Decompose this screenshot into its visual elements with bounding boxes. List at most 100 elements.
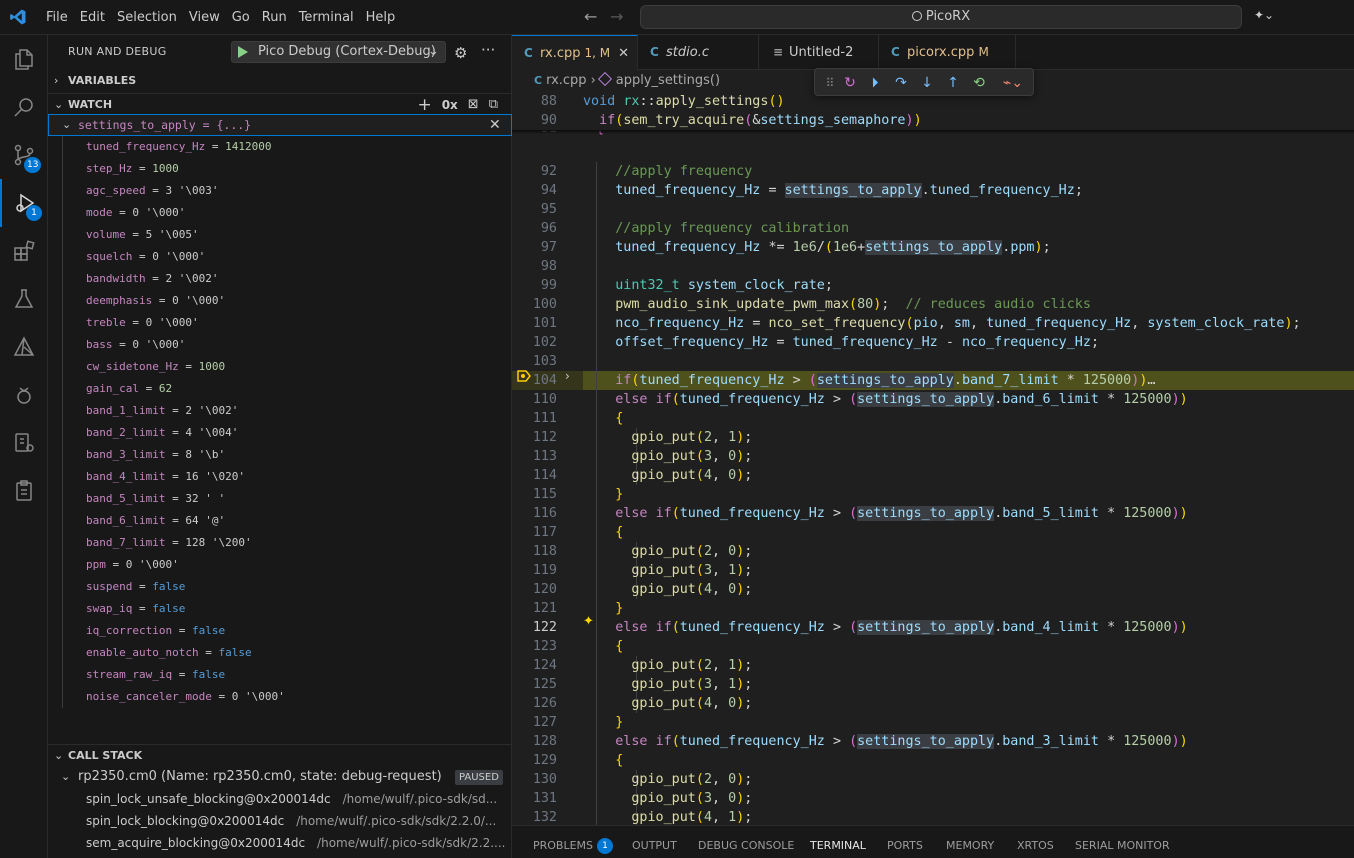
tab-xrtos[interactable]: XRTOS [1017, 826, 1054, 858]
watch-item[interactable]: band_1_limit = 2 '\002' [48, 400, 512, 422]
breakpoint-paused-icon[interactable] [517, 370, 531, 382]
code-line[interactable]: 131 gpio_put(3, 0); [512, 789, 1354, 808]
reset-device-icon[interactable]: ⟲ [968, 72, 990, 94]
code-line[interactable]: 104 if(tuned_frequency_Hz > (settings_to… [512, 371, 1354, 390]
continue-icon[interactable]: ⏵ [864, 72, 886, 94]
tab-rx-cpp[interactable]: Crx.cpp 1, M ✕ [512, 35, 638, 70]
watch-item[interactable]: mode = 0 '\000' [48, 202, 512, 224]
menu-edit[interactable]: Edit [74, 0, 111, 35]
restart-icon[interactable]: ↻ [839, 72, 861, 94]
chevron-right-icon[interactable]: › [565, 369, 570, 383]
run-debug-icon[interactable]: 1 [0, 179, 48, 227]
tab-ports[interactable]: PORTS [887, 826, 923, 858]
code-line[interactable]: 114 gpio_put(4, 0); [512, 466, 1354, 485]
code-line[interactable]: 92 //apply frequency [512, 162, 1354, 181]
code-line[interactable]: 125 gpio_put(3, 1); [512, 675, 1354, 694]
watch-item[interactable]: enable_auto_notch = false [48, 642, 512, 664]
disconnect-icon[interactable]: ⌁⌄ [995, 72, 1031, 94]
tab-output[interactable]: OUTPUT [632, 826, 677, 858]
call-stack-thread[interactable]: ⌄ rp2350.cm0 (Name: rp2350.cm0, state: d… [48, 766, 512, 788]
search-activity-icon[interactable] [0, 83, 48, 131]
code-line[interactable]: 116 else if(tuned_frequency_Hz > (settin… [512, 504, 1354, 523]
watch-item[interactable]: band_6_limit = 64 '@' [48, 510, 512, 532]
close-icon[interactable]: ✕ [618, 46, 629, 61]
watch-item[interactable]: band_3_limit = 8 '\b' [48, 444, 512, 466]
add-expression-icon[interactable]: + [417, 94, 431, 116]
tab-stdio-c[interactable]: Cstdio.c [638, 35, 759, 70]
drag-handle-icon[interactable]: ⠿ [819, 72, 841, 94]
call-stack-section-header[interactable]: ⌄ CALL STACK [48, 744, 512, 766]
watch-item[interactable]: bass = 0 '\000' [48, 334, 512, 356]
code-line[interactable]: 101 nco_frequency_Hz = nco_set_frequency… [512, 314, 1354, 333]
code-line[interactable]: 99 uint32_t system_clock_rate; [512, 276, 1354, 295]
code-line[interactable]: 112 gpio_put(2, 1); [512, 428, 1354, 447]
code-line[interactable]: 127 } [512, 713, 1354, 732]
code-line[interactable]: 130 gpio_put(2, 0); [512, 770, 1354, 789]
code-line[interactable]: 100 pwm_audio_sink_update_pwm_max(80); /… [512, 295, 1354, 314]
code-line[interactable]: 115 } [512, 485, 1354, 504]
code-line[interactable]: 118 gpio_put(2, 0); [512, 542, 1354, 561]
menu-file[interactable]: File [40, 0, 74, 35]
debug-config-dropdown[interactable]: Pico Debug (Cortex-Debug) ⌄ [231, 41, 446, 63]
code-line[interactable]: 102 offset_frequency_Hz = tuned_frequenc… [512, 333, 1354, 352]
cmake-icon[interactable] [0, 323, 48, 371]
code-line[interactable]: 120 gpio_put(4, 0); [512, 580, 1354, 599]
menu-view[interactable]: View [183, 0, 226, 35]
watch-item[interactable]: step_Hz = 1000 [48, 158, 512, 180]
explorer-icon[interactable] [0, 35, 48, 83]
source-control-icon[interactable]: 13 [0, 131, 48, 179]
watch-item[interactable]: tuned_frequency_Hz = 1412000 [48, 136, 512, 158]
watch-item[interactable]: treble = 0 '\000' [48, 312, 512, 334]
code-line[interactable]: 96 //apply frequency calibration [512, 219, 1354, 238]
watch-item[interactable]: stream_raw_iq = false [48, 664, 512, 686]
remove-all-icon[interactable]: ⧉ [489, 94, 498, 116]
watch-item[interactable]: band_2_limit = 4 '\004' [48, 422, 512, 444]
code-line[interactable]: 124 gpio_put(2, 1); [512, 656, 1354, 675]
menu-selection[interactable]: Selection [111, 0, 183, 35]
command-center[interactable]: PicoRX [640, 5, 1242, 29]
watch-item[interactable]: ppm = 0 '\000' [48, 554, 512, 576]
watch-item[interactable]: gain_cal = 62 [48, 378, 512, 400]
extensions-icon[interactable] [0, 227, 48, 275]
code-line[interactable]: 98 [512, 257, 1354, 276]
code-line[interactable]: 110 else if(tuned_frequency_Hz > (settin… [512, 390, 1354, 409]
code-line[interactable]: 128 else if(tuned_frequency_Hz > (settin… [512, 732, 1354, 751]
stack-frame[interactable]: spin_lock_unsafe_blocking@0x200014dc/hom… [86, 788, 506, 810]
watch-item[interactable]: volume = 5 '\005' [48, 224, 512, 246]
more-actions-icon[interactable]: ··· [481, 41, 495, 59]
code-line[interactable]: 119 gpio_put(3, 1); [512, 561, 1354, 580]
code-line[interactable]: 122 else if(tuned_frequency_Hz > (settin… [512, 618, 1354, 637]
menu-run[interactable]: Run [256, 0, 293, 35]
code-line[interactable]: 126 gpio_put(4, 0); [512, 694, 1354, 713]
stack-frame[interactable]: sem_acquire_blocking@0x200014dc/home/wul… [86, 832, 506, 854]
menu-go[interactable]: Go [226, 0, 256, 35]
code-line[interactable]: 95 [512, 200, 1354, 219]
hex-toggle[interactable]: 0x [442, 94, 458, 116]
step-over-icon[interactable]: ↷ [890, 72, 912, 94]
copilot-icon[interactable]: ✦⌄ [1254, 8, 1284, 26]
tab-untitled-2[interactable]: ≡ Untitled-2 [759, 35, 879, 70]
remove-expression-icon[interactable]: ✕ [489, 115, 501, 135]
code-line[interactable]: 129 { [512, 751, 1354, 770]
raspberry-pi-icon[interactable] [0, 371, 48, 419]
watch-expression-root[interactable]: ⌄ settings_to_apply = {...} ✕ [48, 114, 512, 136]
clipboard-icon[interactable] [0, 467, 48, 515]
tab-terminal[interactable]: TERMINAL [810, 826, 866, 858]
code-line[interactable]: 94 tuned_frequency_Hz = settings_to_appl… [512, 181, 1354, 200]
code-line[interactable]: 103 [512, 352, 1354, 371]
code-line[interactable]: 113 gpio_put(3, 0); [512, 447, 1354, 466]
forward-arrow-icon[interactable]: → [610, 7, 623, 26]
watch-item[interactable]: cw_sidetone_Hz = 1000 [48, 356, 512, 378]
watch-item[interactable]: noise_canceler_mode = 0 '\000' [48, 686, 512, 708]
watch-item[interactable]: iq_correction = false [48, 620, 512, 642]
step-into-icon[interactable]: ↓ [916, 72, 938, 94]
watch-item[interactable]: band_5_limit = 32 ' ' [48, 488, 512, 510]
code-line[interactable]: 121 } [512, 599, 1354, 618]
step-out-icon[interactable]: ↑ [942, 72, 964, 94]
code-line[interactable]: 90 if(sem_try_acquire(&settings_semaphor… [512, 111, 1354, 130]
tab-serial-monitor[interactable]: SERIAL MONITOR [1075, 826, 1170, 858]
stack-frame[interactable]: spin_lock_blocking@0x200014dc/home/wulf/… [86, 810, 506, 832]
watch-item[interactable]: band_7_limit = 128 '\200' [48, 532, 512, 554]
tab-picorx-cpp[interactable]: Cpicorx.cpp M [879, 35, 1016, 70]
code-line[interactable]: 132 gpio_put(4, 1); [512, 808, 1354, 825]
